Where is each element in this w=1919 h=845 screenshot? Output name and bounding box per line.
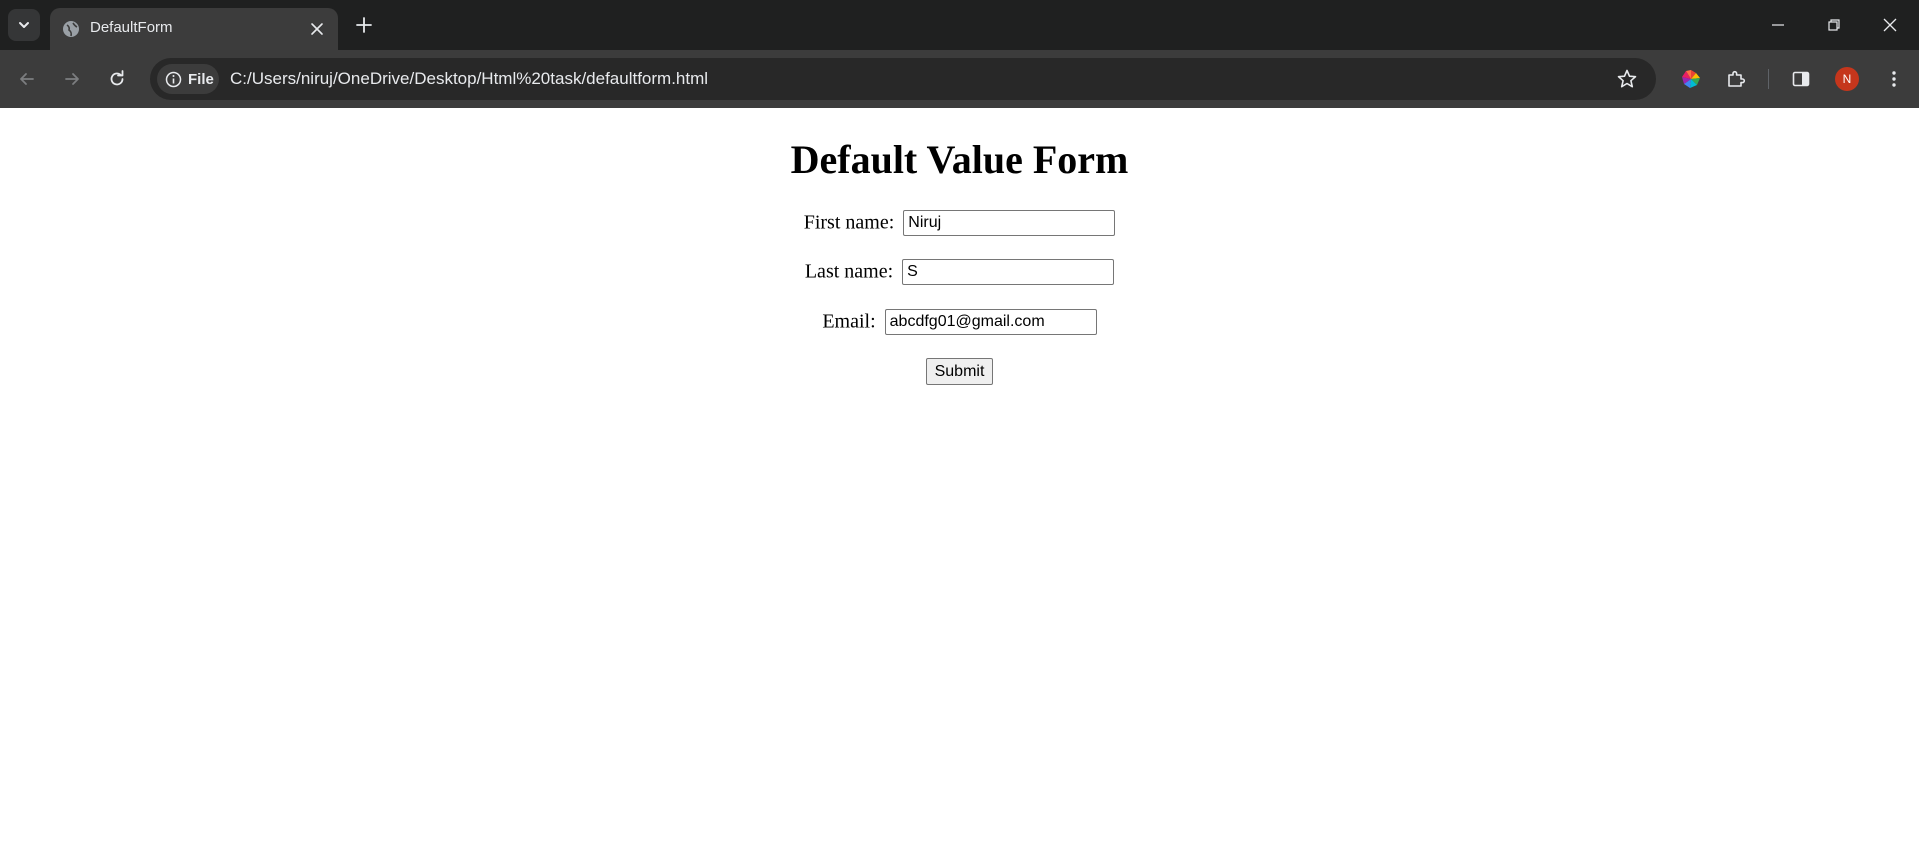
toolbar-divider xyxy=(1768,69,1769,89)
first-name-label: First name: xyxy=(803,211,895,234)
minimize-button[interactable] xyxy=(1750,0,1806,50)
minimize-icon xyxy=(1772,24,1784,26)
first-name-row: First name: xyxy=(0,210,1919,236)
side-panel-button[interactable] xyxy=(1787,65,1815,93)
globe-icon xyxy=(63,21,79,37)
menu-button[interactable] xyxy=(1880,65,1908,93)
email-label: Email: xyxy=(822,310,876,333)
tab-active[interactable]: DefaultForm xyxy=(50,8,338,50)
email-field[interactable] xyxy=(884,309,1097,335)
browser-toolbar: File C:/Users/niruj/OneDrive/Desktop/Htm… xyxy=(0,50,1919,108)
reload-button[interactable] xyxy=(103,65,131,93)
profile-avatar[interactable]: N xyxy=(1835,67,1859,91)
more-vert-icon xyxy=(1892,71,1896,87)
restore-button[interactable] xyxy=(1806,0,1862,50)
close-icon xyxy=(1883,18,1897,32)
chevron-down-icon xyxy=(19,22,29,28)
site-info-chip[interactable]: File xyxy=(157,64,219,94)
window-close-button[interactable] xyxy=(1862,0,1918,50)
url-text[interactable]: C:/Users/niruj/OneDrive/Desktop/Html%20t… xyxy=(230,69,708,89)
restore-icon xyxy=(1828,19,1840,31)
color-extension-button[interactable] xyxy=(1677,65,1705,93)
new-tab-icon[interactable] xyxy=(354,15,374,35)
info-icon xyxy=(165,71,182,87)
page-content: Default Value Form First name: Last name… xyxy=(0,108,1919,845)
chip-label: File xyxy=(188,70,214,88)
tab-strip: DefaultForm xyxy=(0,0,1919,50)
reload-icon xyxy=(110,70,124,86)
side-panel-icon xyxy=(1792,71,1810,87)
submit-row: Submit xyxy=(0,358,1919,385)
arrow-right-icon xyxy=(65,73,79,85)
last-name-label: Last name: xyxy=(804,260,894,283)
submit-button[interactable]: Submit xyxy=(925,358,994,385)
email-row: Email: xyxy=(0,309,1919,335)
last-name-field[interactable] xyxy=(902,259,1115,285)
tab-search-button[interactable] xyxy=(8,9,40,41)
puzzle-icon xyxy=(1728,70,1746,87)
color-wheel-icon xyxy=(1682,70,1700,88)
tab-title: DefaultForm xyxy=(90,19,173,36)
page-title: Default Value Form xyxy=(790,137,1129,182)
star-icon[interactable] xyxy=(1616,68,1638,90)
last-name-row: Last name: xyxy=(0,259,1919,285)
address-bar[interactable]: File C:/Users/niruj/OneDrive/Desktop/Htm… xyxy=(150,58,1656,100)
back-button[interactable] xyxy=(13,65,41,93)
arrow-left-icon xyxy=(20,73,34,85)
first-name-field[interactable] xyxy=(903,210,1116,236)
extensions-button[interactable] xyxy=(1722,65,1750,93)
close-icon[interactable] xyxy=(308,20,326,38)
forward-button[interactable] xyxy=(58,65,86,93)
